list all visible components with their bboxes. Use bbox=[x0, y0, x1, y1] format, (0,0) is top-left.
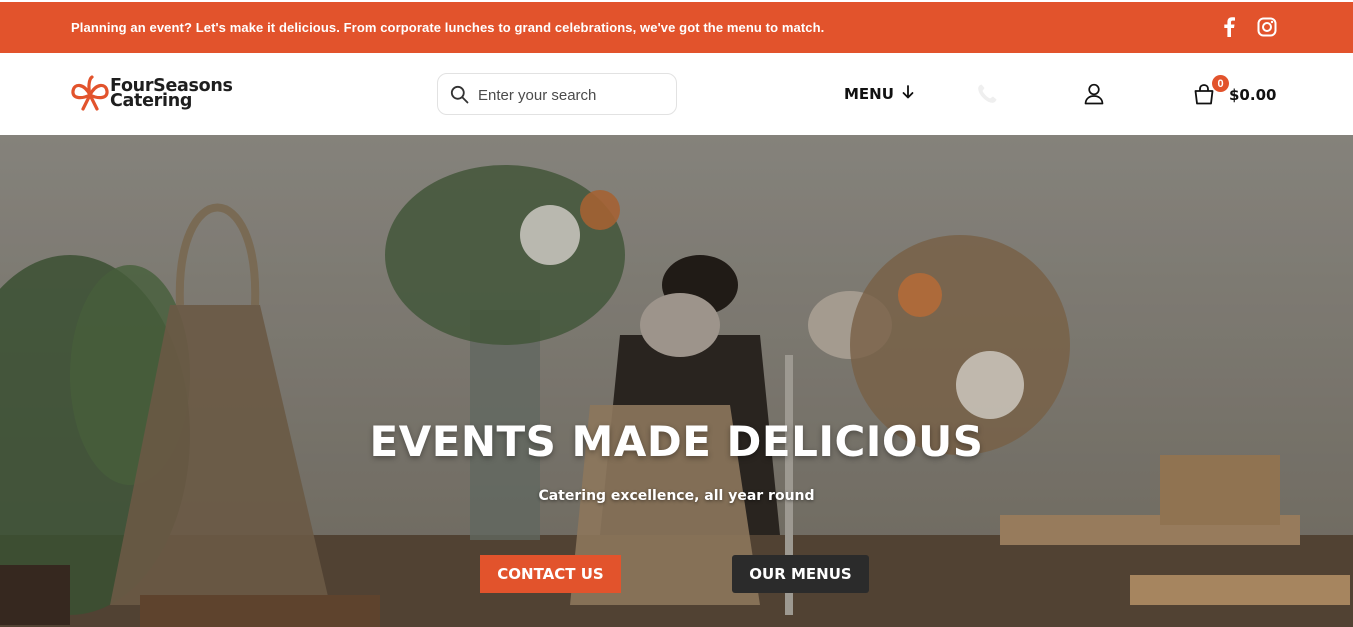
cart-total: $0.00 bbox=[1229, 86, 1277, 104]
hero-title: EVENTS MADE DELICIOUS bbox=[369, 417, 984, 466]
bow-ribbon-icon bbox=[70, 75, 110, 118]
announcement-bar: Planning an event? Let's make it delicio… bbox=[0, 2, 1353, 53]
facebook-icon[interactable] bbox=[1218, 16, 1240, 38]
announcement-text: Planning an event? Let's make it delicio… bbox=[71, 20, 825, 35]
arrow-down-icon bbox=[902, 85, 914, 103]
logo-text: FourSeasons Catering bbox=[110, 77, 233, 111]
search-box bbox=[437, 73, 677, 115]
logo-line-2: Catering bbox=[110, 91, 193, 111]
menu-button[interactable]: MENU bbox=[844, 85, 914, 103]
cart-button[interactable]: 0 $0.00 bbox=[1193, 75, 1283, 115]
site-header: FourSeasons Catering MENU 0 $0.00 bbox=[0, 53, 1353, 135]
search-input[interactable] bbox=[478, 84, 668, 106]
contact-us-button[interactable]: CONTACT US bbox=[480, 555, 621, 593]
search-icon[interactable] bbox=[450, 85, 469, 109]
instagram-icon[interactable] bbox=[1256, 16, 1278, 38]
our-menus-button[interactable]: OUR MENUS bbox=[732, 555, 869, 593]
shopping-bag-icon bbox=[1193, 83, 1215, 110]
phone-icon[interactable] bbox=[975, 82, 999, 111]
hero-overlay bbox=[0, 135, 1353, 627]
hero-banner: EVENTS MADE DELICIOUS Catering excellenc… bbox=[0, 135, 1353, 627]
cart-count-badge: 0 bbox=[1212, 75, 1229, 92]
user-account-icon[interactable] bbox=[1084, 83, 1104, 110]
hero-subtitle: Catering excellence, all year round bbox=[538, 488, 815, 504]
menu-label: MENU bbox=[844, 85, 894, 103]
site-logo[interactable]: FourSeasons Catering bbox=[70, 73, 250, 117]
